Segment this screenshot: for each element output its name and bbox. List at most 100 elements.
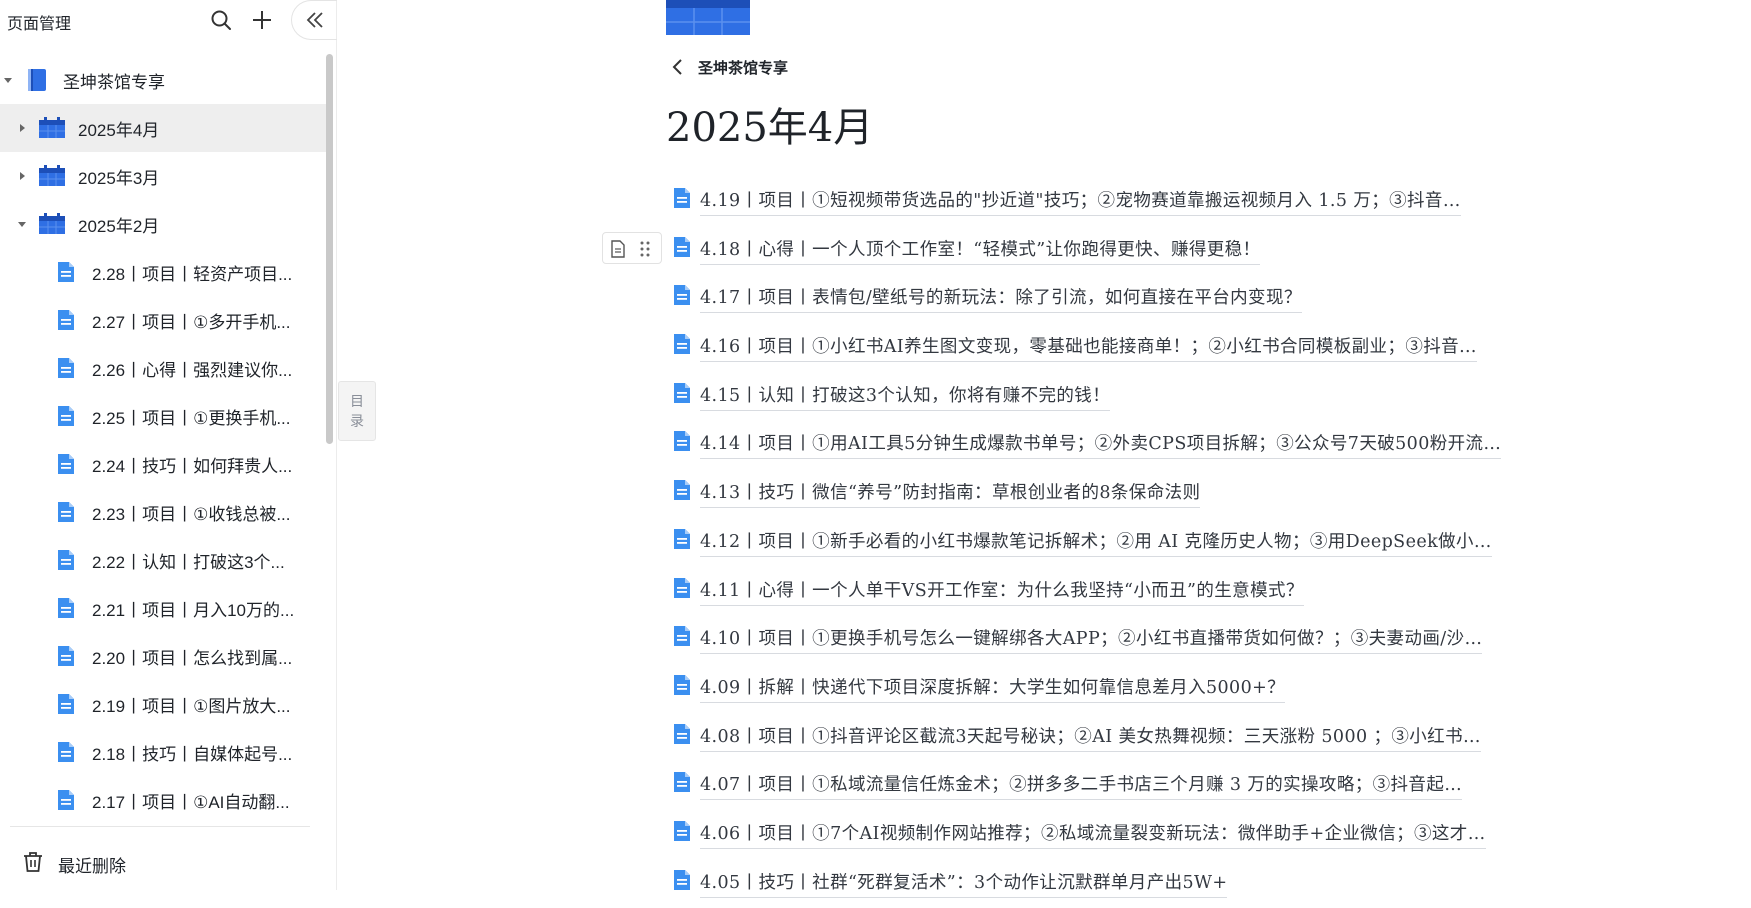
child-page-link[interactable]: 4.16丨项目丨①小红书AI养生图文变现，零基础也能接商单！；②小红书合同模板副…: [700, 333, 1477, 363]
tree-doc-item[interactable]: 2.21丨项目丨月入10万的...: [0, 584, 326, 632]
child-page-link[interactable]: 4.19丨项目丨①短视频带货选品的"抄近道"技巧；②宠物赛道靠搬运视频月入 1.…: [700, 187, 1461, 216]
tree-doc-item[interactable]: 2.23丨项目丨①收钱总被...: [0, 488, 326, 536]
child-page-link[interactable]: 4.10丨项目丨①更换手机号怎么一键解绑各大APP；②小红书直播带货如何做？；③…: [700, 625, 1483, 655]
tree-month-item[interactable]: 2025年3月: [0, 152, 326, 200]
tree-doc-item[interactable]: 2.25丨项目丨①更换手机...: [0, 392, 326, 440]
page-cover-icon[interactable]: [666, 0, 750, 35]
child-page-link[interactable]: 4.14丨项目丨①用AI工具5分钟生成爆款书单号；②外卖CPS项目拆解；③公众号…: [700, 430, 1502, 460]
sidebar-divider: [10, 826, 310, 827]
collapse-sidebar-button[interactable]: [291, 0, 337, 40]
tree-doc-item[interactable]: 2.22丨认知丨打破这3个...: [0, 536, 326, 584]
child-page-link[interactable]: 4.15丨认知丨打破这3个认知，你将有赚不完的钱！: [700, 382, 1111, 411]
sidebar-scrollbar[interactable]: [326, 54, 333, 444]
tree-doc-item[interactable]: 2.20丨项目丨怎么找到属...: [0, 632, 326, 680]
tree-doc-item[interactable]: 2.17丨项目丨①AI自动翻...: [0, 776, 326, 824]
tree-doc-label: 2.25丨项目丨①更换手机...: [92, 408, 291, 428]
child-page-link[interactable]: 4.05丨技巧丨社群“死群复活术”：3个动作让沉默群单月产出5W+: [700, 869, 1228, 898]
document-icon: [57, 453, 75, 475]
child-page-link[interactable]: 4.12丨项目丨①新手必看的小红书爆款笔记拆解术；②用 AI 克隆历史人物；③用…: [700, 528, 1492, 557]
tree-month-item[interactable]: 2025年4月: [0, 104, 326, 152]
tree-doc-label: 2.27丨项目丨①多开手机...: [92, 312, 291, 332]
document-icon: [57, 693, 75, 715]
child-page-link[interactable]: 4.06丨项目丨①7个AI视频制作网站推荐；②私域流量裂变新玩法：微伴助手+企业…: [700, 820, 1486, 849]
tree-month-label: 2025年2月: [78, 216, 160, 236]
tree-doc-label: 2.19丨项目丨①图片放大...: [92, 696, 291, 716]
child-page-item[interactable]: 4.13丨技巧丨微信“养号”防封指南：草根创业者的8条保命法则: [666, 470, 1566, 519]
document-icon[interactable]: [610, 240, 626, 258]
tree-doc-item[interactable]: 2.19丨项目丨①图片放大...: [0, 680, 326, 728]
caret-down-icon[interactable]: [17, 219, 27, 229]
child-page-item[interactable]: 4.14丨项目丨①用AI工具5分钟生成爆款书单号；②外卖CPS项目拆解；③公众号…: [666, 421, 1566, 470]
child-page-item[interactable]: 4.12丨项目丨①新手必看的小红书爆款笔记拆解术；②用 AI 克隆历史人物；③用…: [666, 519, 1566, 568]
child-page-item[interactable]: 4.19丨项目丨①短视频带货选品的"抄近道"技巧；②宠物赛道靠搬运视频月入 1.…: [666, 178, 1566, 227]
document-icon: [57, 597, 75, 619]
tree-doc-item[interactable]: 2.28丨项目丨轻资产项目...: [0, 248, 326, 296]
toc-tab-label: 目: [350, 393, 364, 409]
tree-root-item[interactable]: 圣坤茶馆专享: [0, 56, 326, 104]
child-page-link[interactable]: 4.13丨技巧丨微信“养号”防封指南：草根创业者的8条保命法则: [700, 479, 1201, 509]
child-page-link[interactable]: 4.08丨项目丨①抖音评论区截流3天起号秘诀；②AI 美女热舞视频：三天涨粉 5…: [700, 723, 1481, 752]
add-icon[interactable]: [251, 9, 273, 31]
page-tree: 圣坤茶馆专享 2025年4月 2025年3月 2025年2月 2.28丨项目丨轻…: [0, 56, 326, 824]
document-icon: [57, 741, 75, 763]
sidebar-title: 页面管理: [7, 16, 72, 33]
child-page-item[interactable]: 4.05丨技巧丨社群“死群复活术”：3个动作让沉默群单月产出5W+: [666, 860, 1566, 908]
child-page-link[interactable]: 4.18丨心得丨一个人顶个工作室！“轻模式”让你跑得更快、赚得更稳！: [700, 236, 1261, 265]
caret-right-icon[interactable]: [17, 123, 27, 133]
child-page-item[interactable]: 4.11丨心得丨一个人单干VS开工作室：为什么我坚持“小而丑”的生意模式？: [666, 568, 1566, 617]
child-page-item[interactable]: 4.10丨项目丨①更换手机号怎么一键解绑各大APP；②小红书直播带货如何做？；③…: [666, 616, 1566, 665]
search-icon[interactable]: [210, 9, 232, 31]
tree-doc-item[interactable]: 2.18丨技巧丨自媒体起号...: [0, 728, 326, 776]
caret-down-icon[interactable]: [3, 75, 13, 85]
child-page-item[interactable]: 4.16丨项目丨①小红书AI养生图文变现，零基础也能接商单！；②小红书合同模板副…: [666, 324, 1566, 373]
child-page-link[interactable]: 4.17丨项目丨表情包/壁纸号的新玩法：除了引流，如何直接在平台内变现？: [700, 284, 1302, 314]
double-chevron-left-icon: [306, 12, 323, 28]
tree-doc-item[interactable]: 2.27丨项目丨①多开手机...: [0, 296, 326, 344]
document-icon: [57, 357, 75, 379]
book-icon: [26, 68, 48, 92]
tree-doc-label: 2.22丨认知丨打破这3个...: [92, 552, 285, 572]
child-page-link[interactable]: 4.11丨心得丨一个人单干VS开工作室：为什么我坚持“小而丑”的生意模式？: [700, 577, 1304, 606]
document-icon: [673, 382, 691, 404]
tree-month-item[interactable]: 2025年2月: [0, 200, 326, 248]
tree-doc-label: 2.17丨项目丨①AI自动翻...: [92, 792, 290, 812]
sidebar: 页面管理 圣坤茶馆专享 2025年4月 2025年3月 2025年2月 2.28…: [0, 0, 337, 890]
document-icon: [673, 187, 691, 209]
child-page-item[interactable]: 4.09丨拆解丨快递代下项目深度拆解：大学生如何靠信息差月入5000+？: [666, 665, 1566, 714]
recently-deleted-item[interactable]: 最近删除: [0, 840, 337, 884]
child-page-link[interactable]: 4.09丨拆解丨快递代下项目深度拆解：大学生如何靠信息差月入5000+？: [700, 674, 1286, 703]
child-page-item[interactable]: 4.17丨项目丨表情包/壁纸号的新玩法：除了引流，如何直接在平台内变现？: [666, 275, 1566, 324]
row-hover-toolbar: [602, 232, 662, 264]
document-icon: [57, 309, 75, 331]
child-page-item[interactable]: 4.07丨项目丨①私域流量信任炼金术；②拼多多二手书店三个月赚 3 万的实操攻略…: [666, 762, 1566, 811]
sidebar-header: 页面管理: [0, 0, 337, 40]
document-icon: [57, 405, 75, 427]
chevron-left-icon: [672, 59, 682, 75]
tree-doc-label: 2.21丨项目丨月入10万的...: [92, 600, 295, 620]
calendar-icon: [38, 165, 66, 187]
tree-month-label: 2025年3月: [78, 168, 160, 188]
child-page-item[interactable]: 4.18丨心得丨一个人顶个工作室！“轻模式”让你跑得更快、赚得更稳！: [666, 227, 1566, 276]
child-page-link[interactable]: 4.07丨项目丨①私域流量信任炼金术；②拼多多二手书店三个月赚 3 万的实操攻略…: [700, 771, 1463, 801]
tree-doc-item[interactable]: 2.26丨心得丨强烈建议你...: [0, 344, 326, 392]
tree-doc-label: 2.26丨心得丨强烈建议你...: [92, 360, 293, 380]
tree-doc-item[interactable]: 2.24丨技巧丨如何拜贵人...: [0, 440, 326, 488]
child-page-item[interactable]: 4.06丨项目丨①7个AI视频制作网站推荐；②私域流量裂变新玩法：微伴助手+企业…: [666, 811, 1566, 860]
drag-handle-icon[interactable]: [639, 240, 651, 258]
child-page-item[interactable]: 4.15丨认知丨打破这3个认知，你将有赚不完的钱！: [666, 373, 1566, 422]
child-page-item[interactable]: 4.08丨项目丨①抖音评论区截流3天起号秘诀；②AI 美女热舞视频：三天涨粉 5…: [666, 714, 1566, 763]
page-title: 2025年4月: [666, 105, 874, 151]
caret-right-icon[interactable]: [17, 171, 27, 181]
document-icon: [673, 577, 691, 599]
tree-doc-label: 2.20丨项目丨怎么找到属...: [92, 648, 293, 668]
document-icon: [673, 771, 691, 793]
child-page-list: 4.19丨项目丨①短视频带货选品的"抄近道"技巧；②宠物赛道靠搬运视频月入 1.…: [666, 178, 1566, 908]
toc-tab[interactable]: 目 录: [338, 381, 376, 441]
document-icon: [673, 674, 691, 696]
document-icon: [673, 479, 691, 501]
back-link[interactable]: 圣坤茶馆专享: [672, 54, 788, 80]
document-icon: [673, 333, 691, 355]
document-icon: [57, 789, 75, 811]
tree-root-label: 圣坤茶馆专享: [63, 72, 165, 92]
trash-icon: [22, 851, 44, 873]
